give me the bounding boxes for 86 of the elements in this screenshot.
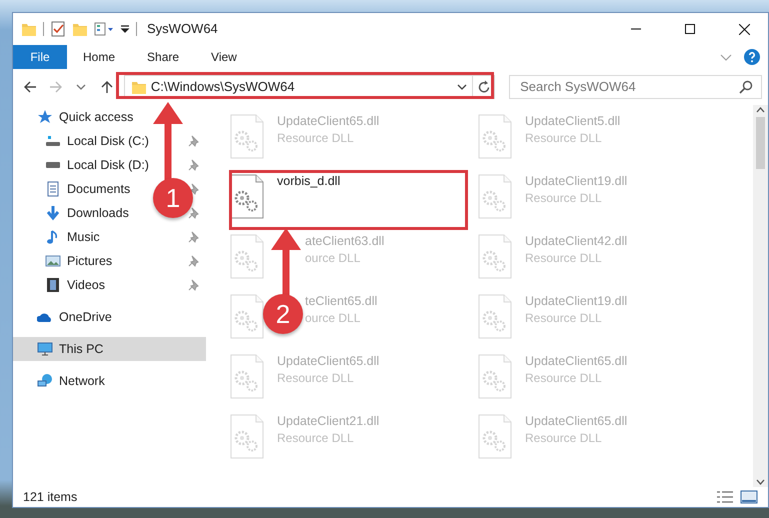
dll-file-icon xyxy=(478,114,512,159)
scroll-up-icon[interactable] xyxy=(756,105,765,115)
dll-file-icon xyxy=(230,354,264,399)
dll-file-icon xyxy=(230,114,264,159)
nav-item[interactable]: Pictures xyxy=(67,252,112,270)
dll-file-icon xyxy=(478,174,512,219)
dll-file-icon xyxy=(478,294,512,339)
file-type: Resource DLL xyxy=(277,370,355,387)
file-name: ateClient63.dll xyxy=(305,234,384,249)
nav-item[interactable]: Local Disk (D:) xyxy=(67,156,149,174)
search-field[interactable]: Search SysWOW64 xyxy=(509,75,762,99)
nav-item[interactable]: Music xyxy=(67,228,100,246)
pin-icon[interactable] xyxy=(188,255,200,267)
nav-item[interactable]: This PC xyxy=(13,337,206,361)
dll-file-icon xyxy=(478,234,512,279)
file-name: UpdateClient42.dll xyxy=(525,234,628,249)
file-name: UpdateClient65.dll xyxy=(277,354,380,369)
dll-file-icon xyxy=(230,174,264,219)
file-type: Resource DLL xyxy=(525,250,603,267)
folder-icon xyxy=(130,79,147,95)
file-name: UpdateClient21.dll xyxy=(277,414,380,429)
file-type: Resource DLL xyxy=(525,130,603,147)
image-icon xyxy=(45,253,61,269)
nav-item[interactable]: Quick access xyxy=(13,105,206,129)
network-icon xyxy=(37,373,53,389)
file-name: UpdateClient65.dll xyxy=(525,354,628,369)
file-type: Resource DLL xyxy=(277,130,355,147)
dll-file-icon xyxy=(230,234,264,279)
dll-file-icon xyxy=(478,354,512,399)
file-type: ource DLL xyxy=(305,250,362,267)
file-type: Resource DLL xyxy=(525,430,603,447)
help-icon[interactable] xyxy=(744,49,760,65)
nav-item[interactable]: Documents xyxy=(67,180,130,198)
pin-icon[interactable] xyxy=(188,231,200,243)
scroll-thumb[interactable] xyxy=(756,117,765,169)
download-icon xyxy=(45,205,61,221)
checklist-icon[interactable] xyxy=(50,21,66,37)
nav-item[interactable]: Downloads xyxy=(67,204,129,222)
file-name: UpdateClient19.dll xyxy=(525,294,628,309)
file-menu-button[interactable]: File xyxy=(13,45,67,69)
ribbon-tab[interactable]: Share xyxy=(131,45,196,69)
star-icon xyxy=(37,109,53,125)
computer-icon xyxy=(37,341,53,357)
large-icons-view-icon[interactable] xyxy=(740,490,758,504)
drive-icon xyxy=(45,133,61,149)
dll-file-icon xyxy=(230,414,264,459)
ribbon-tab[interactable]: View xyxy=(195,45,253,69)
file-type: Resource DLL xyxy=(525,310,603,327)
pin-icon[interactable] xyxy=(188,159,200,171)
ribbon-tab[interactable]: Home xyxy=(67,45,132,69)
refresh-icon[interactable] xyxy=(476,80,491,94)
dll-file-icon xyxy=(478,414,512,459)
file-name: UpdateClient65.dll xyxy=(525,414,628,429)
file-name: vorbis_d.dll xyxy=(277,174,340,189)
dll-file-icon xyxy=(230,294,264,339)
item-count: 121 items xyxy=(23,488,78,506)
properties-icon[interactable] xyxy=(94,21,114,37)
file-name: teClient65.dll xyxy=(305,294,378,309)
file-name: UpdateClient5.dll xyxy=(525,114,620,129)
details-view-icon[interactable] xyxy=(716,490,734,504)
arrow xyxy=(268,226,304,298)
file-type: Resource DLL xyxy=(525,370,603,387)
film-icon xyxy=(45,277,61,293)
nav-item[interactable]: Local Disk (C:) xyxy=(67,132,149,150)
scrollbar[interactable] xyxy=(753,105,768,487)
pin-icon[interactable] xyxy=(188,135,200,147)
file-type: Resource DLL xyxy=(277,430,355,447)
pin-icon[interactable] xyxy=(188,279,200,291)
window-title: SysWOW64 xyxy=(147,20,218,38)
file-name: UpdateClient19.dll xyxy=(525,174,628,189)
file-name: UpdateClient65.dll xyxy=(277,114,380,129)
document-icon xyxy=(45,181,61,197)
maximize-icon[interactable] xyxy=(685,24,695,34)
search-input[interactable]: Search SysWOW64 xyxy=(518,76,740,98)
scroll-down-icon[interactable] xyxy=(756,477,765,487)
pin-icon[interactable] xyxy=(188,207,200,219)
close-icon[interactable] xyxy=(738,24,750,34)
search-icon[interactable] xyxy=(739,80,754,94)
back-arrow-icon[interactable] xyxy=(22,80,37,94)
nav-item[interactable]: Network xyxy=(13,369,206,393)
file-type: ource DLL xyxy=(305,310,362,327)
address-field[interactable]: C:\Windows\SysWOW64 xyxy=(124,75,496,99)
nav-item[interactable]: Videos xyxy=(67,276,105,294)
nav-item[interactable]: OneDrive xyxy=(13,305,206,329)
up-arrow-icon[interactable] xyxy=(100,80,114,94)
file-type: Resource DLL xyxy=(525,190,603,207)
